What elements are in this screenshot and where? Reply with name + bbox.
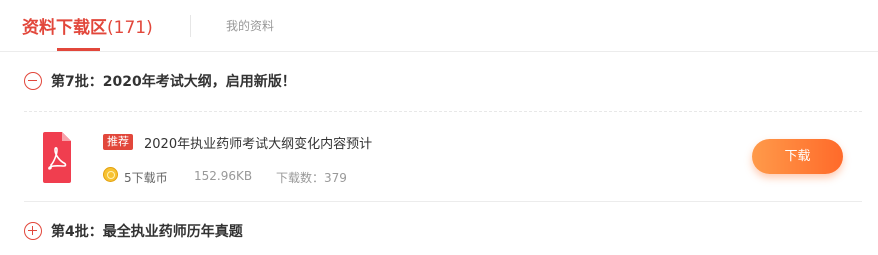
download-count: 下载数：379 — [276, 171, 347, 185]
download-button[interactable]: 下载 — [752, 139, 843, 174]
tab-resource-download[interactable]: 资料下载区(171) — [22, 13, 153, 38]
file-size: 152.96KB — [194, 169, 253, 183]
batch-4-title: 第4批：最全执业药师历年真题 — [51, 224, 243, 240]
tab-resource-download-label: 资料下载区 — [22, 18, 107, 38]
batch-7-header[interactable]: 第7批：2020年考试大纲，启用新版！ — [24, 70, 296, 92]
pdf-file-icon — [43, 132, 71, 183]
expand-icon[interactable] — [24, 222, 42, 240]
recommend-badge: 推荐 — [103, 134, 133, 150]
divider — [24, 111, 862, 112]
tab-resource-download-count: (171) — [107, 18, 153, 38]
active-tab-indicator — [57, 48, 100, 51]
batch-4-header[interactable]: 第4批：最全执业药师历年真题 — [24, 220, 243, 242]
download-cost: 5下载币 — [124, 171, 168, 185]
batch-7-title: 第7批：2020年考试大纲，启用新版！ — [51, 74, 296, 90]
file-title-link[interactable]: 2020年执业药师考试大纲变化内容预计 — [144, 133, 372, 152]
tab-my-resources[interactable]: 我的资料 — [226, 17, 274, 34]
divider — [24, 201, 862, 202]
collapse-icon[interactable] — [24, 72, 42, 90]
tab-divider — [190, 15, 191, 37]
coin-icon — [103, 167, 118, 182]
tab-bar: 资料下载区(171) 我的资料 — [0, 0, 878, 52]
